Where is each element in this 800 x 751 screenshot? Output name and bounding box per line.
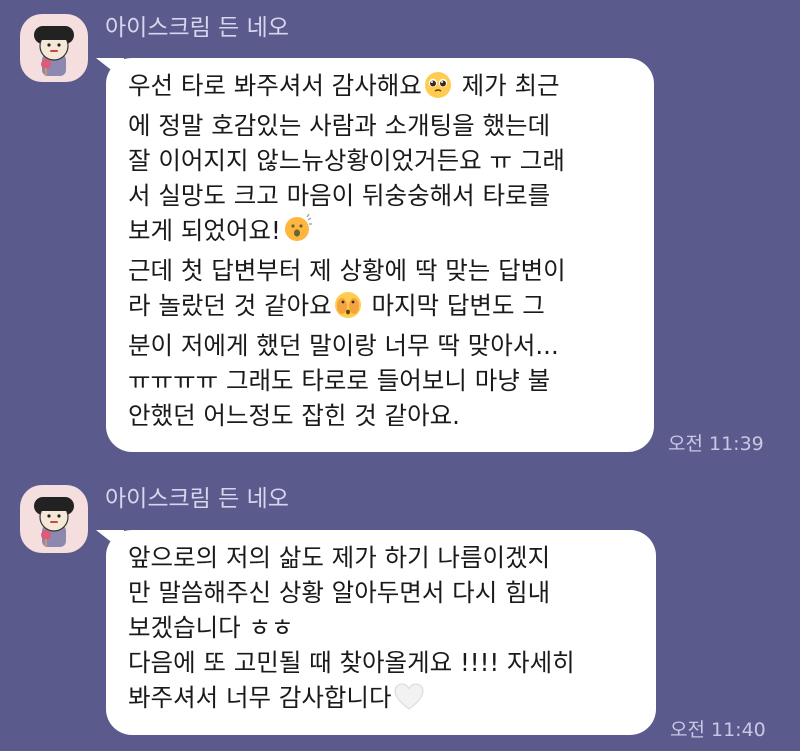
- message-line: 다음에 또 고민될 때 찾아올게요 !!!! 자세히: [128, 648, 575, 677]
- pleading-face-icon: [424, 71, 452, 108]
- message-line: 서 실망도 크고 마음이 뒤숭숭해서 타로를: [128, 181, 551, 210]
- neo-character-icon: [34, 26, 74, 76]
- neo-character-icon: [34, 497, 74, 547]
- message-line: 잘 이어지지 않느뉴상황이었거든요 ㅠ 그래: [128, 146, 565, 175]
- message-bubble[interactable]: 앞으로의 저의 삶도 제가 하기 나름이겠지 만 말씀해주신 상황 알아두면서 …: [106, 530, 656, 735]
- message-line: 근데 첫 답변부터 제 상황에 딱 맞는 답변이: [128, 256, 566, 285]
- message-line: 앞으로의 저의 삶도 제가 하기 나름이겠지: [128, 543, 551, 572]
- face-peeking-icon: [334, 291, 362, 328]
- message-line: 봐주셔서 너무 감사합니다: [128, 680, 634, 720]
- sender-name: 아이스크림 든 네오: [105, 15, 289, 41]
- message-line: 만 말씀해주신 상황 알아두면서 다시 힘내: [128, 578, 551, 607]
- white-heart-icon: [394, 683, 424, 720]
- message-bubble[interactable]: 우선 타로 봐주셔서 감사해요 제가 최근 에 정말 호감있는 사람과 소개팅을…: [106, 58, 654, 452]
- message-line: 에 정말 호감있는 사람과 소개팅을 했는데: [128, 111, 551, 140]
- message-line: 보게 되었어요!: [128, 213, 632, 253]
- message-line: 안했던 어느정도 잡힌 것 같아요.: [128, 401, 460, 430]
- message-line: 분이 저에게 했던 말이랑 너무 딱 맞아서...: [128, 331, 559, 360]
- message-timestamp: 오전 11:39: [668, 433, 764, 455]
- message-timestamp: 오전 11:40: [670, 719, 766, 741]
- sender-name: 아이스크림 든 네오: [105, 486, 289, 512]
- astonished-face-icon: [283, 213, 313, 253]
- message-line: 우선 타로 봐주셔서 감사해요 제가 최근: [128, 68, 632, 108]
- avatar[interactable]: [20, 485, 88, 553]
- message-line: 보겠습니다 ㅎㅎ: [128, 613, 294, 642]
- message-line: 라 놀랐던 것 같아요 마지막 답변도 그: [128, 288, 632, 328]
- message-line: ㅠㅠㅠㅠ 그래도 타로로 들어보니 마냥 불: [128, 366, 551, 395]
- avatar[interactable]: [20, 14, 88, 82]
